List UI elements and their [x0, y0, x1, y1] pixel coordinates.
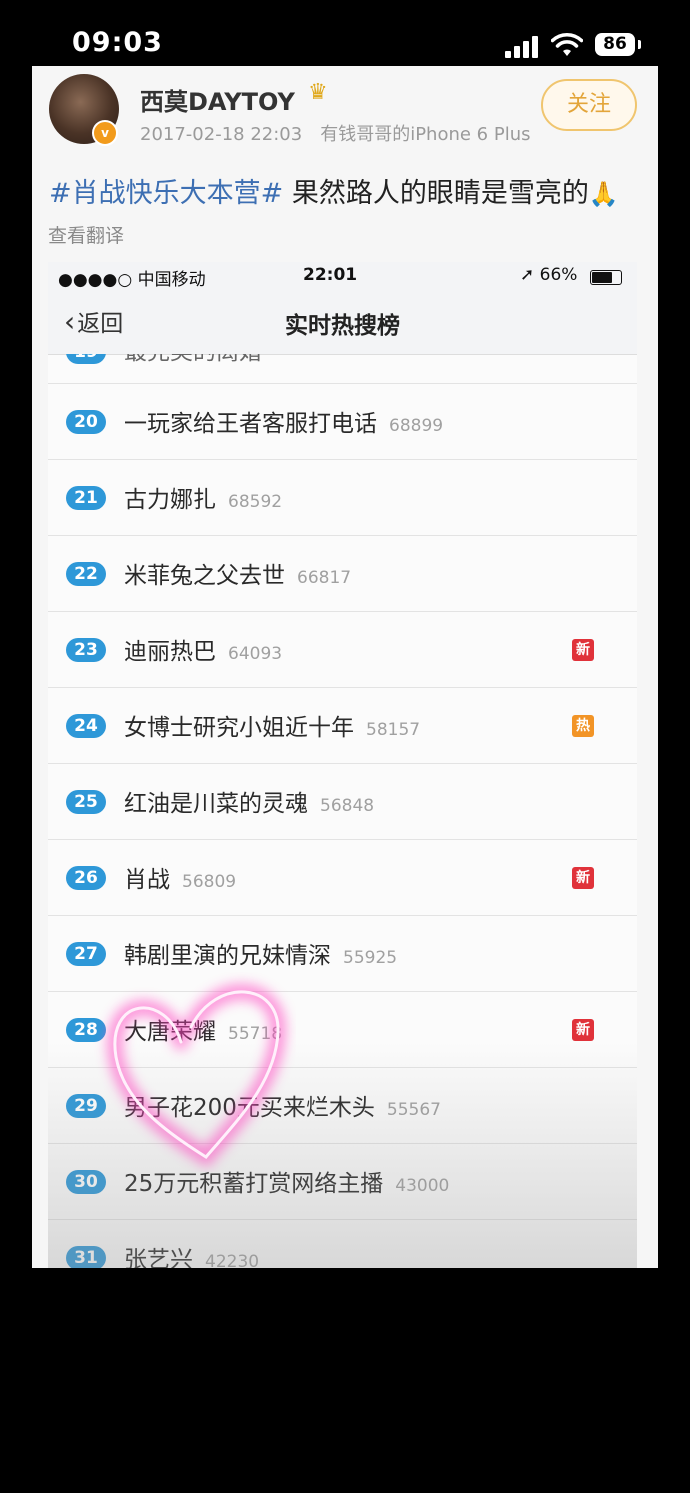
nav-title: 实时热搜榜: [285, 313, 400, 339]
list-item[interactable]: 28 大唐荣耀 55718 新: [48, 992, 637, 1068]
item-title: 男子花200元买来烂木头 55567: [124, 1095, 441, 1121]
inner-clock: 22:01: [303, 265, 358, 285]
rank-badge: 24: [66, 714, 106, 738]
item-title: 女博士研究小姐近十年 58157: [124, 715, 421, 741]
new-badge: 新: [572, 867, 594, 889]
list-item[interactable]: 22 米菲兔之父去世 66817: [48, 536, 637, 612]
post-image[interactable]: ●●●●○ 中国移动 22:01 ➚ 66% ‹返回 实时热搜榜 19 最完美的…: [48, 262, 637, 1268]
rank-badge: 26: [66, 866, 106, 890]
item-count: 64093: [228, 644, 283, 664]
new-badge: 新: [572, 639, 594, 661]
item-title: 一玩家给王者客服打电话 68899: [124, 411, 444, 437]
list-item[interactable]: 20 一玩家给王者客服打电话 68899: [48, 384, 637, 460]
crown-icon: ♛: [308, 80, 328, 105]
rank-badge: 29: [66, 1094, 106, 1118]
item-title: 迪丽热巴 64093: [124, 639, 283, 665]
v-badge-icon: v: [92, 120, 118, 146]
translate-link[interactable]: 查看翻译: [48, 221, 124, 248]
post-body: 果然路人的眼睛是雪亮的: [283, 178, 589, 209]
inner-battery-text: 66%: [539, 265, 578, 285]
item-count: 55718: [228, 1024, 283, 1044]
list-item[interactable]: 21 古力娜扎 68592: [48, 460, 637, 536]
rank-badge: 28: [66, 1018, 106, 1042]
item-title: 张艺兴 42230: [124, 1240, 259, 1268]
user-name[interactable]: 西莫DAYTOY: [140, 82, 295, 117]
list-item[interactable]: 23 迪丽热巴 64093 新: [48, 612, 637, 688]
weibo-post: v 西莫DAYTOY ♛ 2017-02-18 22:03 有钱哥哥的iPhone…: [32, 66, 658, 1268]
list-item[interactable]: 25 红油是川菜的灵魂 56848: [48, 764, 637, 840]
battery-tip: [638, 40, 641, 49]
item-title: 肖战 56809: [124, 867, 237, 893]
inner-battery-icon: [590, 270, 622, 285]
list-item[interactable]: 24 女博士研究小姐近十年 58157 热: [48, 688, 637, 764]
item-count: 66817: [297, 568, 352, 588]
rank-badge: 30: [66, 1170, 106, 1194]
hashtag-link[interactable]: #肖战快乐大本营#: [49, 178, 283, 209]
follow-button[interactable]: 关注: [541, 79, 637, 131]
inner-carrier: ●●●●○ 中国移动: [58, 270, 206, 290]
rank-badge: 23: [66, 638, 106, 662]
list-item[interactable]: 27 韩剧里演的兄妹情深 55925: [48, 916, 637, 992]
item-title: 最完美的离婚: [124, 354, 274, 366]
item-count: 55567: [386, 1100, 441, 1120]
post-source: 有钱哥哥的iPhone 6 Plus: [320, 124, 531, 145]
item-count: 56848: [320, 796, 375, 816]
new-badge: 新: [572, 1019, 594, 1041]
list-item[interactable]: 30 25万元积蓄打赏网络主播 43000: [48, 1144, 637, 1220]
item-title: 25万元积蓄打赏网络主播 43000: [124, 1171, 450, 1197]
post-text: #肖战快乐大本营# 果然路人的眼睛是雪亮的🙏: [49, 171, 619, 210]
list-item[interactable]: 19 最完美的离婚: [48, 354, 637, 384]
item-title: 古力娜扎 68592: [124, 487, 283, 513]
item-count: 56809: [182, 872, 237, 892]
rank-badge: 19: [66, 354, 106, 364]
item-title: 米菲兔之父去世 66817: [124, 563, 352, 589]
rank-badge: 22: [66, 562, 106, 586]
wifi-icon: [551, 33, 583, 56]
device-status-bar: 09:03 86: [0, 0, 690, 64]
item-count: 42230: [205, 1252, 260, 1268]
hot-search-list: 19 最完美的离婚 20 一玩家给王者客服打电话68899 21 古力娜扎685…: [48, 354, 637, 1268]
location-arrow-icon: ➚: [520, 265, 535, 285]
pray-hands-icon: 🙏: [588, 180, 619, 208]
rank-badge: 21: [66, 486, 106, 510]
item-count: 43000: [395, 1176, 450, 1196]
inner-nav-bar: ‹返回 实时热搜榜: [48, 292, 637, 355]
list-item[interactable]: 29 男子花200元买来烂木头 55567: [48, 1068, 637, 1144]
item-count: 68899: [389, 416, 444, 436]
item-title: 韩剧里演的兄妹情深 55925: [124, 943, 398, 969]
item-count: 55925: [343, 948, 398, 968]
post-meta: 2017-02-18 22:03 有钱哥哥的iPhone 6 Plus: [140, 120, 531, 146]
cellular-signal-icon: [505, 36, 541, 58]
item-count: 68592: [228, 492, 283, 512]
item-title: 红油是川菜的灵魂 56848: [124, 791, 375, 817]
rank-badge: 31: [66, 1246, 106, 1268]
device-clock: 09:03: [72, 27, 163, 58]
rank-badge: 25: [66, 790, 106, 814]
hot-badge: 热: [572, 715, 594, 737]
list-item[interactable]: 31 张艺兴 42230: [48, 1220, 637, 1268]
item-count: 58157: [366, 720, 421, 740]
rank-badge: 20: [66, 410, 106, 434]
inner-battery-group: ➚ 66%: [520, 265, 577, 285]
battery-icon: 86: [595, 33, 635, 56]
item-title: 大唐荣耀 55718: [124, 1019, 283, 1045]
list-item[interactable]: 26 肖战 56809 新: [48, 840, 637, 916]
post-date: 2017-02-18 22:03: [140, 124, 303, 145]
rank-badge: 27: [66, 942, 106, 966]
inner-status-bar: ●●●●○ 中国移动 22:01 ➚ 66%: [48, 262, 637, 292]
